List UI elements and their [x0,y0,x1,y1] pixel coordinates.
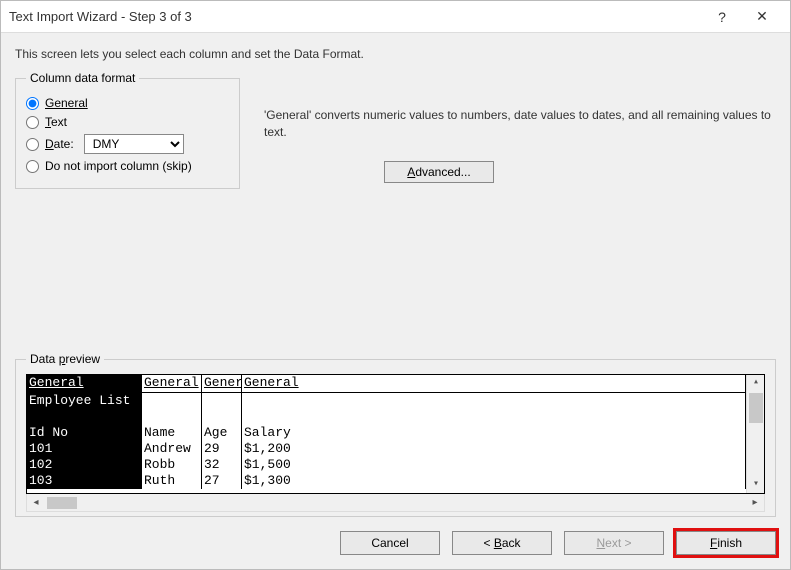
help-button[interactable]: ? [702,9,742,25]
cell: 103 [27,473,142,489]
titlebar: Text Import Wizard - Step 3 of 3 ? ✕ [1,1,790,33]
cell: 102 [27,457,142,473]
col-header-1[interactable]: General [142,375,202,393]
radio-skip[interactable] [26,160,39,173]
radio-skip-label: Do not import column (skip) [45,159,192,173]
horizontal-scrollbar[interactable]: ◂ ▸ [26,494,765,512]
column-format-legend: Column data format [26,71,139,85]
cell [202,393,242,409]
cell: $1,300 [242,473,746,489]
radio-text-label: Text [45,115,67,129]
radio-date-label: Date: [45,137,74,151]
cell: $1,200 [242,441,746,457]
cell [142,409,202,425]
cell: Andrew [142,441,202,457]
table-row: 102 Robb 32 $1,500 [27,457,746,473]
scroll-thumb-h[interactable] [47,497,77,509]
cell [242,393,746,409]
window-title: Text Import Wizard - Step 3 of 3 [9,9,702,24]
col-header-2[interactable]: Gener [202,375,242,393]
spacer [15,189,776,348]
content-area: This screen lets you select each column … [1,33,790,521]
scroll-up-icon[interactable]: ▴ [747,375,765,391]
cell: Age [202,425,242,441]
cell: Robb [142,457,202,473]
next-button: Next > [564,531,664,555]
scroll-thumb[interactable] [749,393,763,423]
table-row [27,409,746,425]
cell: Id No [27,425,142,441]
date-format-select[interactable]: DMY [84,134,184,154]
scroll-right-icon[interactable]: ▸ [746,497,764,508]
col-header-3[interactable]: General [242,375,746,393]
grid-body: General General Gener General Employee L… [27,375,746,493]
radio-general-label: General [45,96,88,110]
footer-buttons: Cancel < Back Next > Finish [1,521,790,569]
preview-legend: Data preview [26,352,104,366]
format-row: Column data format General Text Date: DM… [15,71,776,189]
format-description: 'General' converts numeric values to num… [264,107,776,141]
radio-text-row[interactable]: Text [26,115,229,129]
cancel-button[interactable]: Cancel [340,531,440,555]
cell: 29 [202,441,242,457]
col-header-0[interactable]: General [27,375,142,393]
cell [202,409,242,425]
instruction-text: This screen lets you select each column … [15,47,776,61]
finish-button[interactable]: Finish [676,531,776,555]
cell [27,409,142,425]
column-data-format-group: Column data format General Text Date: DM… [15,71,240,189]
scroll-left-icon[interactable]: ◂ [27,497,45,508]
advanced-button[interactable]: Advanced... [384,161,494,183]
scroll-down-icon[interactable]: ▾ [747,477,765,493]
cell: 32 [202,457,242,473]
wizard-window: Text Import Wizard - Step 3 of 3 ? ✕ Thi… [0,0,791,570]
back-button[interactable]: < Back [452,531,552,555]
radio-date-row[interactable]: Date: DMY [26,134,229,154]
radio-skip-row[interactable]: Do not import column (skip) [26,159,229,173]
radio-text[interactable] [26,116,39,129]
cell: Name [142,425,202,441]
radio-general-row[interactable]: General [26,96,229,110]
cell: Employee List [27,393,142,409]
radio-general[interactable] [26,97,39,110]
cell [142,393,202,409]
cell: $1,500 [242,457,746,473]
grid-header-row: General General Gener General [27,375,746,393]
vertical-scrollbar[interactable]: ▴ ▾ [746,375,764,493]
table-row: Employee List [27,393,746,409]
preview-wrap: Data preview General General Gener Gener… [15,352,776,517]
table-row: Id No Name Age Salary [27,425,746,441]
table-row: 103 Ruth 27 $1,300 [27,473,746,489]
cell [242,409,746,425]
close-button[interactable]: ✕ [742,8,782,25]
preview-grid[interactable]: General General Gener General Employee L… [26,374,765,494]
data-preview-group: Data preview General General Gener Gener… [15,352,776,517]
radio-date[interactable] [26,138,39,151]
cell: Ruth [142,473,202,489]
cell: 101 [27,441,142,457]
cell: 27 [202,473,242,489]
description-area: 'General' converts numeric values to num… [264,71,776,183]
cell: Salary [242,425,746,441]
table-row: 101 Andrew 29 $1,200 [27,441,746,457]
